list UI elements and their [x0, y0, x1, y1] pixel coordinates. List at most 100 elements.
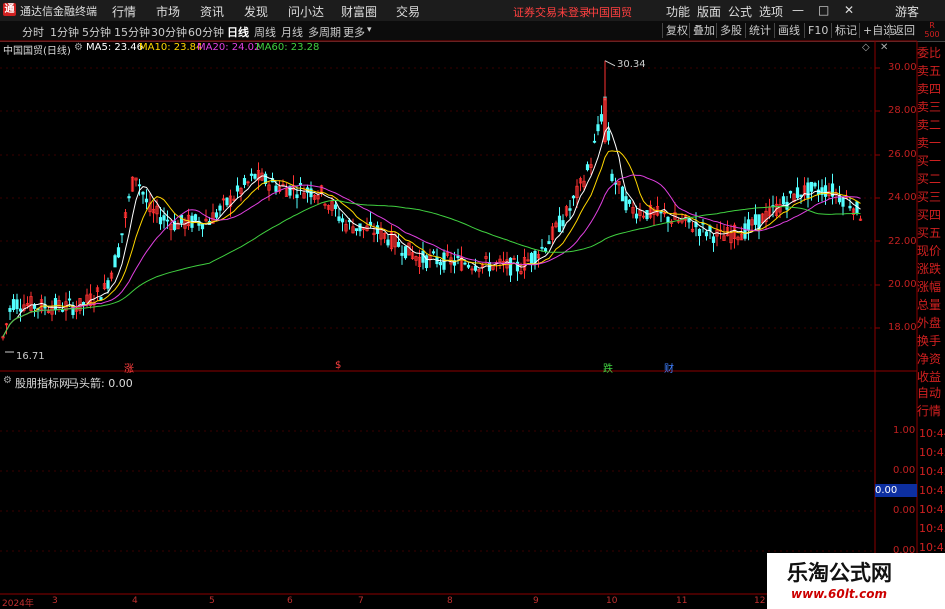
candle-body	[8, 307, 12, 312]
side-label-17: 净资	[917, 352, 942, 366]
candle-body	[809, 181, 814, 192]
side-label-15: 外盘	[917, 316, 942, 330]
high-price-label: 30.34	[617, 59, 646, 70]
candle-body	[529, 252, 534, 264]
candle-body	[547, 241, 551, 245]
candle-body	[599, 114, 604, 122]
candle-body	[60, 310, 65, 312]
candle-body	[627, 199, 632, 204]
event-marker-die[interactable]: 跌	[603, 360, 613, 375]
side-label-1: 卖五	[917, 64, 942, 78]
candle-body	[274, 185, 278, 192]
watermark-url: www.60lt.com	[791, 587, 888, 601]
candle-body	[333, 204, 338, 210]
candle-body	[746, 219, 751, 231]
candle-body	[466, 264, 471, 268]
price-tick-30: 30.00	[888, 62, 917, 73]
candle-body	[848, 205, 852, 209]
price-tick-28: 28.00	[888, 105, 917, 116]
side-label-0: 委比	[917, 46, 942, 60]
candle-body	[795, 187, 800, 199]
side-label-13: 涨幅	[917, 280, 942, 294]
candle-body	[620, 186, 625, 202]
side-label-12: 涨跌	[917, 262, 942, 276]
candle-body	[508, 257, 513, 276]
candle-body	[561, 220, 565, 227]
candle-body	[144, 198, 149, 203]
candle-body	[781, 196, 786, 205]
indicator-title[interactable]: 股朋指标网	[15, 375, 70, 391]
x-label-2024: 2024年	[2, 599, 34, 609]
candle-body	[823, 185, 828, 197]
event-marker-dollar[interactable]: $	[335, 360, 341, 371]
candle-body	[253, 174, 257, 179]
x-label-6: 6	[287, 596, 293, 606]
candle-body	[354, 228, 359, 231]
candle-body	[438, 261, 443, 266]
x-label-12: 12	[754, 596, 766, 606]
candle-body	[295, 194, 299, 199]
indicator-gear-icon[interactable]: ⚙	[3, 375, 12, 386]
side-time-3: 10:45	[919, 484, 945, 497]
candle-body	[214, 212, 219, 218]
low-price-label: 16.71	[16, 351, 45, 362]
auto-quote-panel[interactable]: 自动 行情	[917, 384, 945, 420]
candle-body	[235, 185, 240, 192]
candle-body	[806, 182, 810, 199]
x-label-4: 4	[132, 596, 138, 606]
candle-body	[456, 255, 460, 259]
indicator-value: 马头箭: 0.00	[68, 377, 133, 390]
candle-body	[403, 246, 408, 259]
price-tick-18: 18.00	[888, 322, 917, 333]
candle-body	[242, 178, 247, 185]
candles	[1, 60, 863, 353]
event-marker-zhang[interactable]: 涨	[124, 360, 134, 375]
candle-body	[400, 252, 404, 256]
candle-body	[99, 297, 103, 301]
candle-body	[473, 265, 478, 271]
price-tick-26: 26.00	[888, 149, 917, 160]
indicator-value-box: 0.00	[875, 484, 917, 497]
x-label-7: 7	[358, 596, 364, 606]
side-label-4: 卖二	[917, 118, 942, 132]
side-label-3: 卖三	[917, 100, 942, 114]
hangqing-label[interactable]: 行情	[917, 402, 945, 420]
candle-body	[141, 191, 145, 195]
event-marker-cai[interactable]: 财	[664, 360, 674, 375]
side-time-4: 10:45	[919, 503, 945, 516]
side-time-0: 10:44	[919, 427, 945, 440]
high-arrow	[604, 60, 616, 67]
candle-body	[585, 164, 590, 171]
candle-body	[386, 239, 390, 246]
side-label-5: 卖一	[917, 136, 942, 150]
candle-body	[137, 184, 142, 187]
side-label-7: 买二	[917, 172, 942, 186]
candle-body	[396, 241, 401, 247]
chart-grid	[0, 40, 918, 609]
side-time-1: 10:45	[919, 446, 945, 459]
candle-body	[106, 280, 110, 289]
side-label-8: 买三	[917, 190, 942, 204]
candle-body	[753, 214, 758, 225]
auto-label[interactable]: 自动	[917, 384, 945, 402]
candle-body	[533, 251, 537, 264]
price-tick-20: 20.00	[888, 279, 917, 290]
candle-body	[165, 219, 170, 222]
ind-tick-2: 0.00	[893, 465, 916, 476]
candle-body	[606, 130, 611, 141]
price-tick-22: 22.00	[888, 236, 917, 247]
candle-body	[634, 213, 639, 219]
side-label-10: 买五	[917, 226, 942, 240]
candle-body	[158, 217, 163, 225]
ind-tick-1: 1.00	[893, 425, 916, 436]
candle-body	[162, 215, 166, 221]
x-label-8: 8	[447, 596, 453, 606]
side-label-11: 现价	[917, 244, 942, 258]
x-label-10: 10	[606, 596, 618, 606]
candle-body	[340, 218, 345, 223]
candle-body	[610, 173, 614, 181]
candle-body	[120, 233, 124, 236]
quote-side-panel: 委比 卖五 卖四 卖三 卖二 卖一 买一 买二 买三 买四 买五 现价 涨跌 涨幅 总量 外盘 换手 净资 收益	[917, 44, 945, 386]
kline-chart[interactable]	[0, 0, 945, 609]
candle-body	[431, 251, 436, 254]
